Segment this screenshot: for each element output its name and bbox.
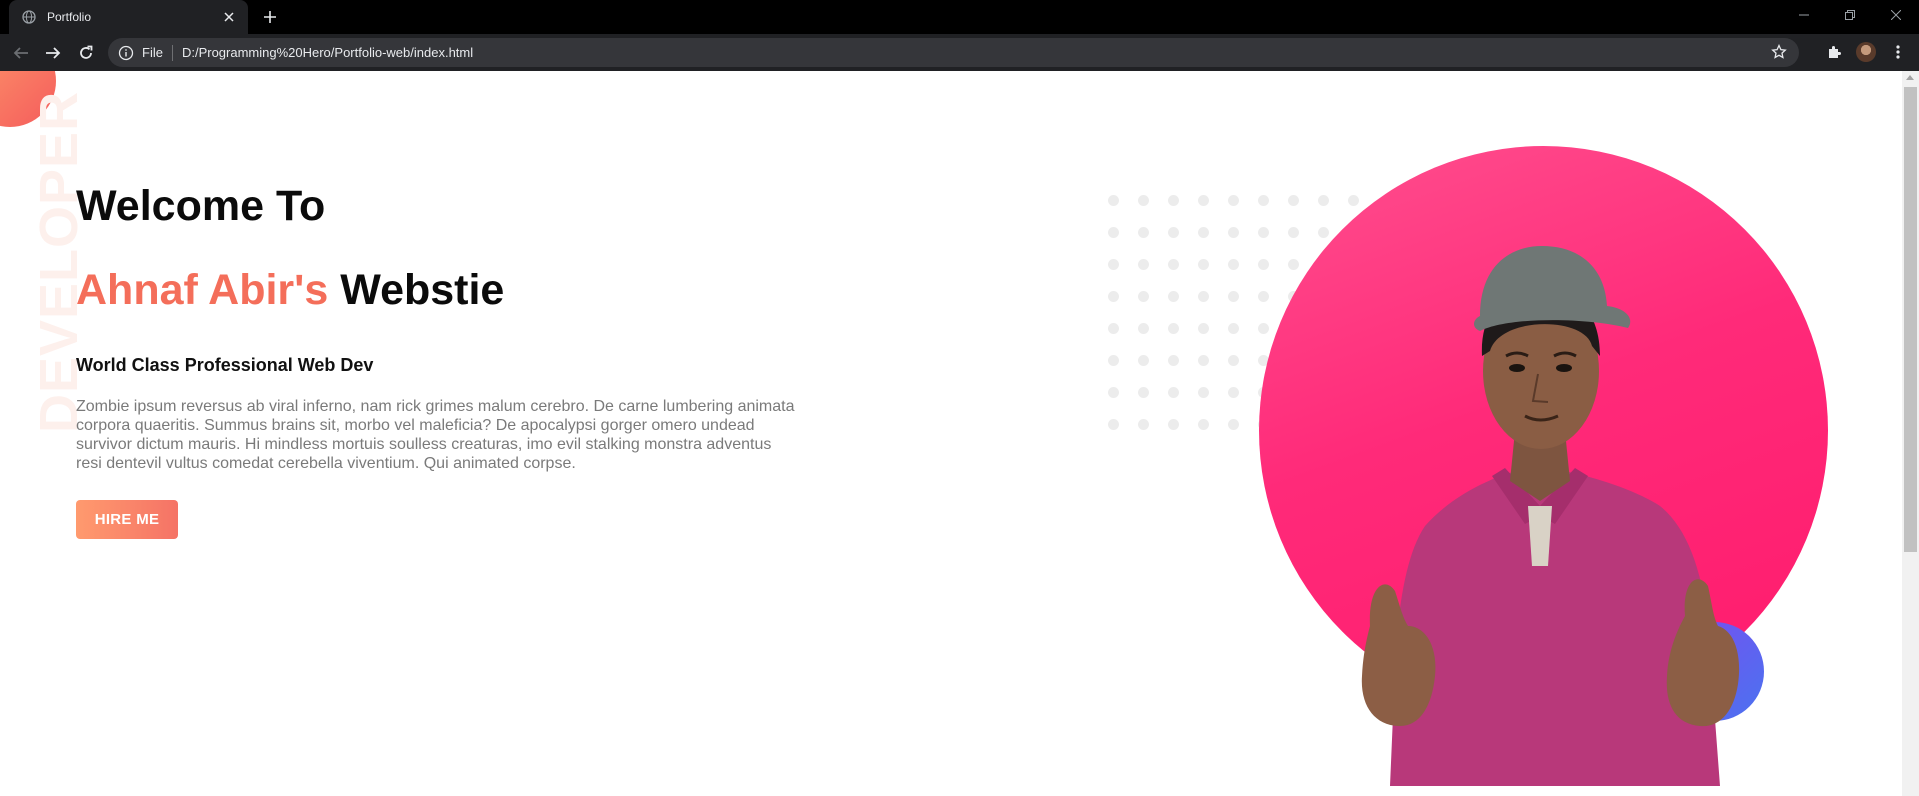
hire-me-button[interactable]: HIRE ME [76, 500, 178, 539]
pattern-dot [1138, 323, 1149, 334]
pattern-dot [1168, 323, 1179, 334]
close-icon[interactable] [220, 8, 238, 26]
pattern-dot [1258, 259, 1269, 270]
pattern-dot [1168, 419, 1179, 430]
tab-strip: Portfolio [0, 0, 1919, 34]
globe-icon [21, 9, 37, 25]
back-arrow-icon[interactable] [7, 39, 35, 67]
hero-title-rest: Webstie [328, 266, 505, 314]
pattern-dot [1198, 323, 1209, 334]
pattern-dot [1198, 291, 1209, 302]
scroll-up-arrow-icon[interactable] [1906, 75, 1914, 80]
pattern-dot [1198, 387, 1209, 398]
pattern-dot [1228, 355, 1239, 366]
pattern-dot [1138, 227, 1149, 238]
pattern-dot [1258, 323, 1269, 334]
pattern-dot [1108, 419, 1119, 430]
reload-icon[interactable] [72, 39, 100, 67]
pattern-dot [1168, 227, 1179, 238]
profile-avatar[interactable] [1856, 42, 1876, 62]
pattern-dot [1168, 195, 1179, 206]
address-bar[interactable]: File D:/Programming%20Hero/Portfolio-web… [108, 38, 1799, 67]
pattern-dot [1138, 259, 1149, 270]
pattern-dot [1198, 355, 1209, 366]
pattern-dot [1288, 259, 1299, 270]
pattern-dot [1288, 227, 1299, 238]
pattern-dot [1168, 355, 1179, 366]
pattern-dot [1138, 195, 1149, 206]
kebab-menu-icon[interactable] [1888, 42, 1908, 62]
omnibox-divider [171, 44, 173, 61]
pattern-dot [1258, 195, 1269, 206]
browser-toolbar: File D:/Programming%20Hero/Portfolio-web… [0, 34, 1919, 71]
hero-text: Welcome To Ahnaf Abir's Webstie World Cl… [76, 185, 796, 539]
pattern-dot [1228, 387, 1239, 398]
pattern-dot [1258, 291, 1269, 302]
pattern-dot [1318, 195, 1329, 206]
pattern-dot [1138, 387, 1149, 398]
pattern-dot [1138, 419, 1149, 430]
pattern-dot [1198, 195, 1209, 206]
pattern-dot [1168, 387, 1179, 398]
pattern-dot [1228, 259, 1239, 270]
hero-title-line2: Ahnaf Abir's Webstie [76, 269, 796, 312]
pattern-dot [1228, 227, 1239, 238]
pattern-dot [1138, 355, 1149, 366]
pattern-dot [1168, 259, 1179, 270]
window-close-icon[interactable] [1873, 0, 1919, 30]
pattern-dot [1318, 227, 1329, 238]
profile-photo [1361, 246, 1740, 786]
pattern-dot [1288, 195, 1299, 206]
star-icon[interactable] [1771, 43, 1787, 60]
info-icon[interactable] [118, 45, 134, 61]
pattern-dot [1108, 355, 1119, 366]
pattern-dot [1108, 227, 1119, 238]
pattern-dot [1138, 291, 1149, 302]
pattern-dot [1198, 419, 1209, 430]
pattern-dot [1258, 227, 1269, 238]
minimize-icon[interactable] [1781, 0, 1827, 30]
pattern-dot [1198, 259, 1209, 270]
hero-name-accent: Ahnaf Abir's [76, 266, 329, 314]
pattern-dot [1198, 227, 1209, 238]
pattern-dot [1228, 195, 1239, 206]
browser-tab[interactable]: Portfolio [9, 0, 248, 34]
pattern-dot [1108, 259, 1119, 270]
scheme-label: File [142, 45, 163, 60]
hero-body: Zombie ipsum reversus ab viral inferno, … [76, 398, 795, 472]
pattern-dot [1108, 195, 1119, 206]
pattern-dot [1228, 291, 1239, 302]
pattern-dot [1108, 323, 1119, 334]
tab-title: Portfolio [47, 10, 92, 24]
pattern-dot [1108, 387, 1119, 398]
pattern-dot [1228, 419, 1239, 430]
pattern-dot [1348, 195, 1359, 206]
vertical-scrollbar[interactable] [1902, 71, 1919, 796]
page-viewport: DEVELOPER Welcome To Ahnaf Abir's Websti… [0, 71, 1919, 796]
plus-icon[interactable] [259, 6, 281, 28]
url-text[interactable]: D:/Programming%20Hero/Portfolio-web/inde… [182, 45, 473, 60]
pattern-dot [1228, 323, 1239, 334]
forward-arrow-icon[interactable] [39, 39, 67, 67]
puzzle-icon[interactable] [1824, 42, 1844, 62]
pattern-dot [1108, 291, 1119, 302]
hero-subtitle: World Class Professional Web Dev [76, 355, 374, 375]
hero-title-line1: Welcome To [76, 182, 326, 230]
pattern-dot [1168, 291, 1179, 302]
scrollbar-thumb[interactable] [1904, 87, 1917, 552]
restore-icon[interactable] [1827, 0, 1873, 30]
